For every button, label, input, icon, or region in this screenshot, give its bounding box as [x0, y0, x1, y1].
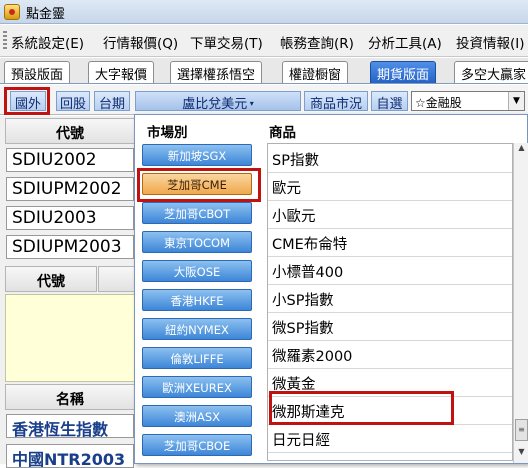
product-list-scrollbar[interactable]: ▲ ≡ ▼ [513, 143, 528, 463]
menu-trading[interactable]: 下單交易(T) [190, 32, 263, 52]
menu-system-settings[interactable]: 系統設定(E) [11, 32, 84, 52]
product-item[interactable]: 日元日經 [268, 426, 512, 453]
left-quote-panel: 代號 SDIU2002 SDIUPM2002 SDIU2003 SDIUPM20… [0, 116, 136, 468]
menu-investment-info[interactable]: 投資情報(I) [456, 32, 525, 52]
product-item[interactable]: 微羅素2000 [268, 342, 512, 369]
name-column-header: 名稱 [5, 384, 135, 410]
market-button-tocom[interactable]: 東京TOCOM [142, 231, 252, 253]
tab-options-wukong[interactable]: 選擇權孫悟空 [170, 61, 263, 83]
highlight-micro-nasdaq [269, 391, 454, 425]
stock-group-select[interactable]: ☆金融股 ▼ [411, 91, 525, 111]
name-row[interactable]: 中國NTR2003 [6, 444, 134, 468]
menu-account-query[interactable]: 帳務查詢(R) [280, 32, 354, 52]
layout-tab-strip: 預設版面 大字報價 選擇權孫悟空 權證橱窗 期貨版面 多空大贏家 [0, 58, 528, 84]
product-item[interactable]: 小標普400 [268, 258, 512, 285]
yellow-info-area [5, 294, 135, 382]
stock-group-value: ☆金融股 [415, 96, 462, 110]
code-row[interactable]: SDIUPM2003 [6, 235, 134, 259]
product-item[interactable]: 小歐元 [268, 202, 512, 229]
currency-dropdown[interactable]: 盧比兌美元 ▾ [135, 91, 301, 112]
product-column-title: 商品 [269, 125, 296, 141]
chevron-down-icon: ▾ [247, 99, 254, 108]
menu-grip-icon[interactable] [3, 31, 7, 51]
column-header-blank [98, 266, 135, 292]
name-row[interactable]: 香港恆生指數 [6, 414, 134, 438]
scroll-up-icon[interactable]: ▲ [515, 143, 528, 157]
commodity-market-button[interactable]: 商品市況 [304, 91, 368, 112]
domestic-futures-button[interactable]: 台期 [94, 91, 130, 112]
highlight-cme-button [137, 168, 261, 202]
tab-default-layout[interactable]: 預設版面 [4, 61, 71, 83]
tab-bull-bear-winner[interactable]: 多空大贏家 [454, 61, 528, 83]
highlight-foreign-button [4, 87, 50, 115]
market-button-ose[interactable]: 大阪OSE [142, 260, 252, 282]
market-button-hkfe[interactable]: 香港HKFE [142, 289, 252, 311]
product-item[interactable]: SP指數 [268, 146, 512, 173]
market-button-nymex[interactable]: 紐約NYMEX [142, 318, 252, 340]
menu-bar: 系統設定(E) 行情報價(Q) 下單交易(T) 帳務查詢(R) 分析工具(A) … [0, 25, 528, 57]
code-column-header: 代號 [5, 118, 135, 144]
app-icon [4, 4, 20, 20]
menu-quotes[interactable]: 行情報價(Q) [103, 32, 178, 52]
code-row[interactable]: SDIU2002 [6, 148, 134, 172]
foreign-market-popup: 市場別 商品 新加坡SGX 芝加哥CME 芝加哥CBOT 東京TOCOM 大阪O… [134, 114, 528, 464]
scroll-down-icon[interactable]: ▼ [515, 447, 528, 461]
market-button-cboe[interactable]: 芝加哥CBOE [142, 434, 252, 456]
market-column-title: 市場別 [147, 125, 188, 141]
currency-dropdown-label: 盧比兌美元 [182, 97, 248, 112]
quote-toolbar: 國外 回股 台期 盧比兌美元 ▾ 商品市況 自選 ☆金融股 ▼ [0, 85, 528, 115]
menu-analysis-tools[interactable]: 分析工具(A) [368, 32, 442, 52]
product-item[interactable]: CME布侖特 [268, 230, 512, 257]
market-button-sgx[interactable]: 新加坡SGX [142, 144, 252, 166]
tab-warrant-window[interactable]: 權證橱窗 [282, 61, 349, 83]
scroll-thumb[interactable]: ≡ [515, 419, 528, 441]
code-row[interactable]: SDIUPM2002 [6, 177, 134, 201]
watchlist-button[interactable]: 自選 [371, 91, 408, 112]
market-button-xeurex[interactable]: 歐洲XEUREX [142, 376, 252, 398]
product-item[interactable]: 歐元 [268, 174, 512, 201]
window-title: 點金靈 [26, 7, 66, 22]
market-button-cbot[interactable]: 芝加哥CBOT [142, 202, 252, 224]
product-item[interactable]: 小SP指數 [268, 286, 512, 313]
product-item[interactable]: 微SP指數 [268, 314, 512, 341]
market-button-asx[interactable]: 澳洲ASX [142, 405, 252, 427]
chevron-down-icon[interactable]: ▼ [508, 92, 524, 110]
tab-futures-layout[interactable]: 期貨版面 [370, 61, 437, 83]
domestic-stock-button[interactable]: 回股 [56, 91, 90, 112]
code-column-header-2: 代號 [5, 266, 97, 292]
tab-big-quote[interactable]: 大字報價 [88, 61, 155, 83]
code-row[interactable]: SDIU2003 [6, 206, 134, 230]
title-bar: 點金靈 [0, 0, 528, 24]
market-button-liffe[interactable]: 倫敦LIFFE [142, 347, 252, 369]
